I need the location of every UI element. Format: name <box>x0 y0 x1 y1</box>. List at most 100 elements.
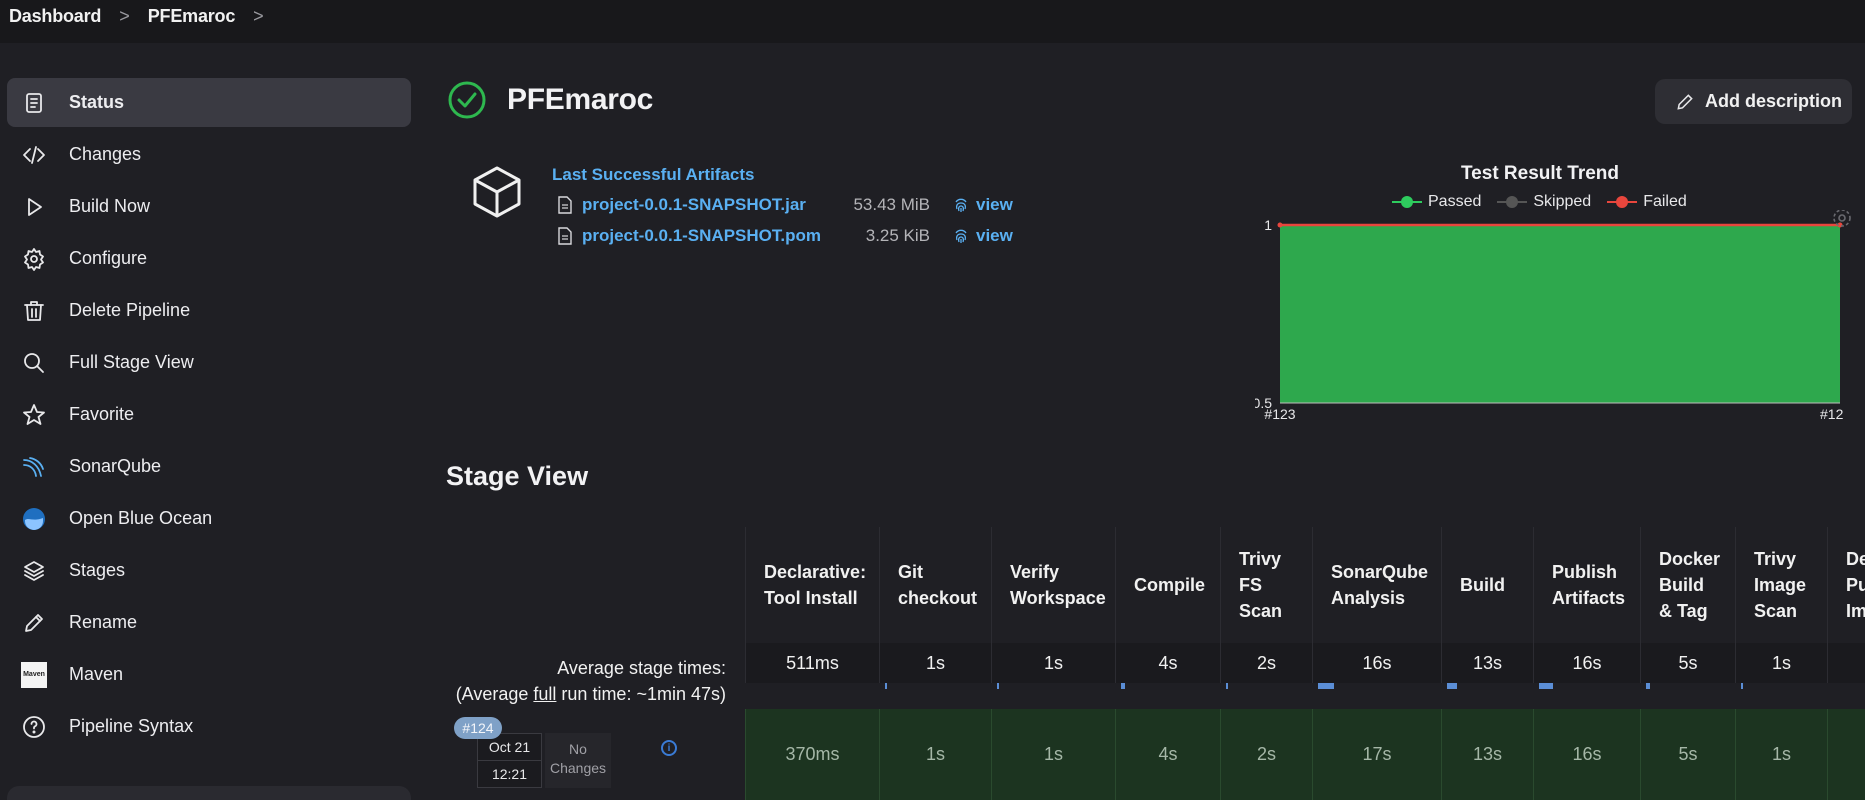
stage-run-cell[interactable]: 17s <box>1312 709 1441 800</box>
sidebar-item-label: SonarQube <box>69 456 162 476</box>
legend-label: Skipped <box>1533 193 1592 210</box>
legend-item-failed[interactable]: Failed <box>1607 193 1687 211</box>
pencil-icon <box>1677 93 1693 110</box>
artifact-view-link[interactable]: view <box>976 226 1013 246</box>
stage-run-cell[interactable]: 1s <box>991 709 1115 800</box>
sidebar-item-stages[interactable]: Stages <box>7 546 411 595</box>
stage-header-line: Trivy <box>1239 549 1282 569</box>
legend-item-passed[interactable]: Passed <box>1392 193 1481 211</box>
stage-run-cell[interactable]: 4s <box>1115 709 1220 800</box>
stage-run-cell[interactable]: 13s <box>1441 709 1533 800</box>
stage-run-cell[interactable]: 16s <box>1533 709 1640 800</box>
stage-run-cell[interactable]: 2s <box>1220 709 1312 800</box>
average-run-time-text: (Average full run time: ~1min 47s) <box>455 684 726 704</box>
stage-view-table: Declarative: Tool Install 511ms 370ms Git che… <box>745 527 1865 800</box>
stage-header: Docker Build & Tag <box>1640 527 1735 643</box>
breadcrumb-pfemaroc[interactable]: PFEmaroc <box>148 6 236 27</box>
test-result-trend-chart: 10.5#123 #12 <box>1255 210 1851 422</box>
stage-average-time: 1s <box>1735 643 1827 683</box>
stage-run-cell[interactable]: 1s <box>1735 709 1827 800</box>
stage-header-line: Analysis <box>1331 588 1406 608</box>
passed-area <box>1280 225 1840 403</box>
breadcrumb-separator[interactable]: > <box>253 6 264 27</box>
layers-icon <box>21 558 47 584</box>
help-icon <box>21 714 47 740</box>
stage-header-line: FS <box>1239 575 1263 595</box>
sidebar-item-configure[interactable]: Configure <box>7 234 411 283</box>
x-tick-label: #123 <box>1264 406 1295 422</box>
stage-average-bar <box>1318 683 1334 689</box>
stage-header-line: checkout <box>898 588 978 608</box>
breadcrumb-dashboard[interactable]: Dashboard <box>9 6 101 27</box>
search-icon <box>21 350 47 376</box>
package-icon <box>473 166 521 218</box>
full-link[interactable]: full <box>533 684 556 704</box>
stage-header-line: Publish <box>1552 562 1618 582</box>
artifact-link[interactable]: project-0.0.1-SNAPSHOT.pom <box>582 226 832 246</box>
build-number-badge[interactable]: #124 <box>454 717 502 739</box>
stage-header-line: Tool Install <box>764 588 858 608</box>
sidebar-item-status[interactable]: Status <box>7 78 411 127</box>
sidebar-item-full-stage-view[interactable]: Full Stage View <box>7 338 411 387</box>
stage-header-line: Workspace <box>1010 588 1106 608</box>
artifact-row: project-0.0.1-SNAPSHOT.pom 3.25 KiB view <box>557 223 1013 249</box>
sidebar-item-changes[interactable]: Changes <box>7 130 411 179</box>
stage-header: Verify Workspace <box>991 527 1115 643</box>
stage-view-title: Stage View <box>446 461 589 491</box>
build-date-time: 12:21 <box>491 766 528 782</box>
chart-legend: Passed Skipped Failed <box>1392 193 1703 211</box>
data-point <box>1277 222 1283 228</box>
stage-average-time: 1s <box>991 643 1115 683</box>
stage-header-line: SonarQube <box>1331 562 1429 582</box>
stage-header-line: & Tag <box>1659 601 1708 621</box>
file-icon <box>558 196 572 214</box>
stage-header: SonarQube Analysis <box>1312 527 1441 643</box>
stage-average-time: 1s <box>879 643 991 683</box>
sidebar-item-maven[interactable]: Maven Maven <box>7 650 411 699</box>
stage-run-cell[interactable]: 5s <box>1640 709 1735 800</box>
y-tick-label: 1 <box>1264 217 1272 233</box>
artifact-link[interactable]: project-0.0.1-SNAPSHOT.jar <box>582 195 832 215</box>
stage-header: De Pu Im <box>1827 527 1865 643</box>
stage-average-bar <box>885 683 887 689</box>
sidebar-item-label: Changes <box>69 144 142 164</box>
sidebar-item-open-blue-ocean[interactable]: Open Blue Ocean <box>7 494 411 543</box>
maven-icon: Maven <box>21 661 47 688</box>
stage-average-time: 4s <box>1115 643 1220 683</box>
sidebar-item-rename[interactable]: Rename <box>7 598 411 647</box>
stage-header-line: Build <box>1460 575 1505 595</box>
stage-run-cell[interactable]: 1s <box>879 709 991 800</box>
stage-run-cell[interactable] <box>1827 709 1865 800</box>
stage-header: Trivy FS Scan <box>1220 527 1312 643</box>
sidebar-item-label: Configure <box>69 248 148 268</box>
sidebar-item-sonarqube[interactable]: SonarQube <box>7 442 411 491</box>
artifact-view-link[interactable]: view <box>976 195 1013 215</box>
star-icon <box>21 402 47 428</box>
info-icon[interactable]: i <box>661 740 677 756</box>
sidebar-item-favorite[interactable]: Favorite <box>7 390 411 439</box>
sidebar-item-label: Delete Pipeline <box>69 300 191 320</box>
stage-average-time: 16s <box>1312 643 1441 683</box>
sidebar-item-delete-pipeline[interactable]: Delete Pipeline <box>7 286 411 335</box>
artifacts-title[interactable]: Last Successful Artifacts <box>552 165 755 185</box>
stage-header-line: Image <box>1754 575 1807 595</box>
chart-title: Test Result Trend <box>1460 163 1619 184</box>
stage-header-line: Compile <box>1134 575 1206 595</box>
page-header: PFEmaroc <box>447 80 653 120</box>
stage-header-line: Trivy <box>1754 549 1797 569</box>
stage-header: Trivy Image Scan <box>1735 527 1827 643</box>
artifact-size: 53.43 MiB <box>853 195 930 214</box>
sidebar-item-label: Full Stage View <box>69 352 194 372</box>
stage-average-time: 5s <box>1640 643 1735 683</box>
breadcrumb-separator: > <box>119 6 130 26</box>
add-description-label: Add description <box>1705 91 1843 111</box>
stage-header-line: Docker <box>1659 549 1721 569</box>
success-status-icon <box>448 81 486 119</box>
legend-item-skipped[interactable]: Skipped <box>1497 193 1591 211</box>
sidebar-item-build-now[interactable]: Build Now <box>7 182 411 231</box>
code-icon <box>21 142 47 168</box>
add-description-button[interactable]: Add description <box>1655 79 1852 124</box>
stage-run-cell[interactable]: 370ms <box>745 709 879 800</box>
sidebar-item-pipeline-syntax[interactable]: Pipeline Syntax <box>7 702 411 751</box>
stage-header: Build <box>1441 527 1533 643</box>
